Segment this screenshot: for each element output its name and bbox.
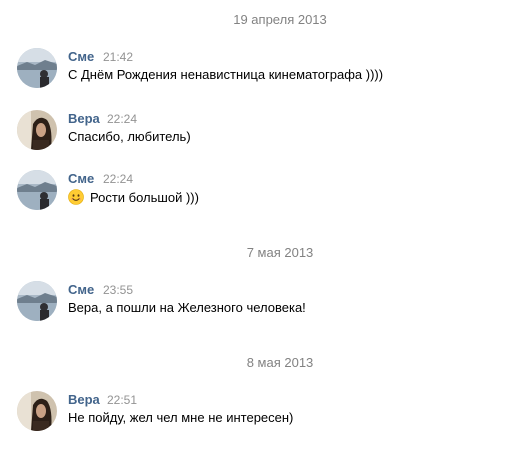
date-separator: 8 мая 2013 [246, 355, 314, 370]
smiling-face-icon [68, 189, 84, 205]
message-author[interactable]: Сме [68, 282, 94, 297]
message-time[interactable]: 22:51 [107, 393, 137, 407]
avatar[interactable] [17, 170, 57, 210]
message-author[interactable]: Сме [68, 49, 94, 64]
message-author[interactable]: Сме [68, 171, 94, 186]
message-text: Рости большой ))) [90, 190, 199, 205]
avatar-image-portrait [17, 110, 57, 150]
message-item: Сме 23:55 Вера, а пошли на Железного чел… [0, 281, 526, 329]
message-text: С Днём Рождения ненавистница кинематогра… [68, 67, 384, 82]
message-time[interactable]: 23:55 [103, 283, 133, 297]
avatar[interactable] [17, 391, 57, 431]
message-text: Вера, а пошли на Железного человека! [68, 300, 306, 315]
message-item: Вера 22:51 Не пойду, жел чел мне не инте… [0, 391, 526, 439]
avatar[interactable] [17, 48, 57, 88]
message-time[interactable]: 21:42 [103, 50, 133, 64]
avatar-image-landscape [17, 281, 57, 321]
message-time[interactable]: 22:24 [103, 172, 133, 186]
avatar-image-landscape [17, 170, 57, 210]
message-time[interactable]: 22:24 [107, 112, 137, 126]
avatar[interactable] [17, 281, 57, 321]
date-separator: 19 апреля 2013 [233, 12, 327, 27]
message-item: Вера 22:24 Спасибо, любитель) [0, 110, 526, 158]
message-text-wrapper: Рости большой ))) [68, 189, 199, 205]
message-item: Сме 22:24 Рости большой ))) [0, 170, 526, 218]
message-author[interactable]: Вера [68, 392, 100, 407]
message-text: Не пойду, жел чел мне не интересен) [68, 410, 294, 425]
avatar-image-landscape [17, 48, 57, 88]
avatar-image-portrait [17, 391, 57, 431]
message-text: Спасибо, любитель) [68, 129, 191, 144]
message-author[interactable]: Вера [68, 111, 100, 126]
date-separator: 7 мая 2013 [246, 245, 314, 260]
message-item: Сме 21:42 С Днём Рождения ненавистница к… [0, 48, 526, 96]
avatar[interactable] [17, 110, 57, 150]
